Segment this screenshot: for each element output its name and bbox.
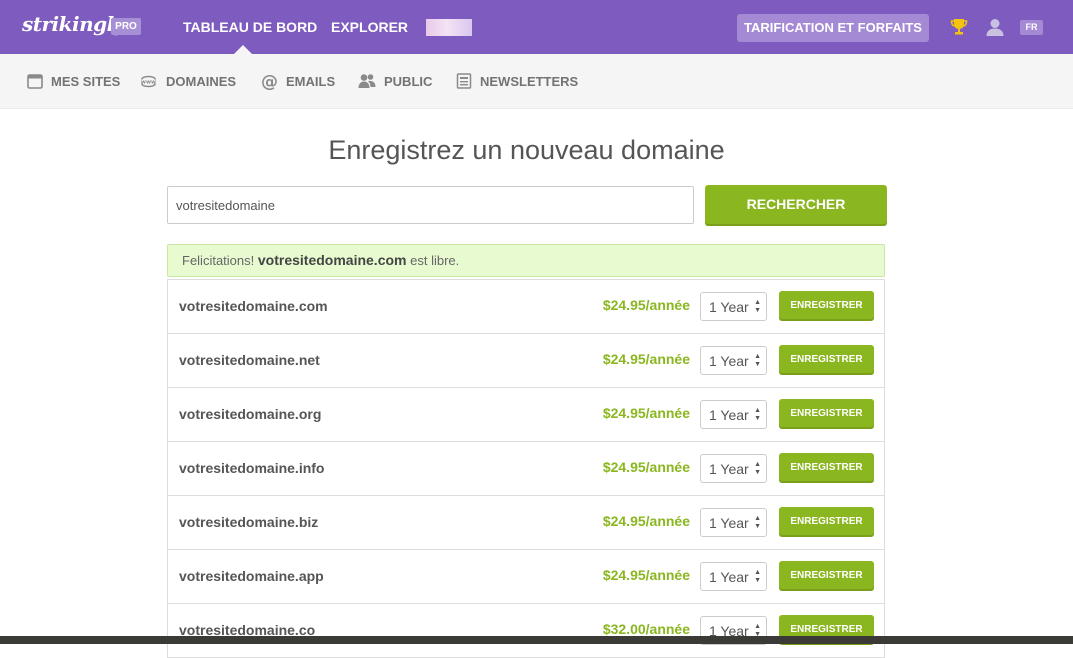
active-nav-caret — [234, 45, 252, 54]
register-button[interactable]: ENREGISTRER — [779, 345, 874, 375]
user-icon[interactable] — [985, 17, 1005, 37]
term-select[interactable]: 1 Year ▲ ▼ — [700, 346, 767, 375]
os-taskbar — [0, 636, 1073, 644]
register-button[interactable]: ENREGISTRER — [779, 561, 874, 591]
alert-domain: votresitedomaine.com — [257, 252, 407, 268]
domain-name: votresitedomaine.com — [179, 298, 328, 314]
page-title: Enregistrez un nouveau domaine — [328, 135, 725, 165]
subnav-label: NEWSLETTERS — [480, 73, 579, 89]
domain-name: votresitedomaine.biz — [179, 514, 319, 530]
redacted-nav-item[interactable] — [426, 19, 472, 36]
term-select[interactable]: 1 Year ▲ ▼ — [700, 292, 767, 321]
alert-prefix: Felicitations! — [182, 253, 255, 268]
domain-row: votresitedomaine.org $24.95/année 1 Year… — [168, 388, 884, 442]
newsletter-icon — [456, 73, 472, 89]
register-button[interactable]: ENREGISTRER — [779, 507, 874, 537]
nav-dashboard[interactable]: TABLEAU DE BORD — [183, 19, 317, 35]
domain-row: votresitedomaine.com $24.95/année 1 Year… — [168, 280, 884, 334]
subnav-label: DOMAINES — [166, 73, 237, 89]
register-button[interactable]: ENREGISTRER — [779, 291, 874, 321]
subnav-public[interactable]: PUBLIC — [358, 54, 432, 108]
trophy-icon[interactable] — [949, 17, 969, 37]
subnav-label: EMAILS — [286, 73, 336, 89]
domain-price: $24.95/année — [602, 351, 690, 367]
subnav-domaines[interactable]: www DOMAINES — [139, 54, 236, 108]
sub-navigation: MES SITES www DOMAINES @ EMAILS PUBLIC N… — [0, 54, 1073, 109]
availability-alert: Felicitations! votresitedomaine.com est … — [167, 244, 885, 277]
select-arrows-icon: ▲ ▼ — [754, 515, 761, 530]
domain-name: votresitedomaine.app — [179, 568, 324, 584]
svg-text:www: www — [141, 79, 156, 85]
www-icon: www — [140, 75, 157, 87]
domain-price: $32.00/année — [602, 621, 690, 637]
domain-name: votresitedomaine.org — [179, 406, 322, 422]
domain-search-input[interactable] — [167, 186, 694, 224]
pricing-button[interactable]: TARIFICATION ET FORFAITS — [737, 14, 929, 42]
people-icon — [358, 74, 376, 88]
term-select[interactable]: 1 Year ▲ ▼ — [700, 454, 767, 483]
subnav-label: PUBLIC — [384, 73, 433, 89]
term-value: 1 Year — [709, 407, 749, 423]
top-bar: strikingly PRO TABLEAU DE BORD EXPLORER … — [0, 0, 1073, 54]
term-value: 1 Year — [709, 353, 749, 369]
subnav-emails[interactable]: @ EMAILS — [261, 54, 335, 108]
select-arrows-icon: ▲ ▼ — [754, 299, 761, 314]
term-value: 1 Year — [709, 569, 749, 585]
term-value: 1 Year — [709, 461, 749, 477]
domain-results-list: votresitedomaine.com $24.95/année 1 Year… — [167, 279, 885, 658]
term-select[interactable]: 1 Year ▲ ▼ — [700, 508, 767, 537]
domain-name: votresitedomaine.net — [179, 352, 320, 368]
alert-suffix: est libre. — [410, 253, 460, 268]
domain-row: votresitedomaine.biz $24.95/année 1 Year… — [168, 496, 884, 550]
search-button[interactable]: RECHERCHER — [705, 185, 887, 226]
domain-row: votresitedomaine.info $24.95/année 1 Yea… — [168, 442, 884, 496]
strikingly-logo[interactable]: strikingly — [22, 12, 125, 36]
subnav-mes-sites[interactable]: MES SITES — [27, 54, 120, 108]
register-button[interactable]: ENREGISTRER — [779, 399, 874, 429]
register-button[interactable]: ENREGISTRER — [779, 453, 874, 483]
domain-price: $24.95/année — [602, 297, 690, 313]
subnav-newsletters[interactable]: NEWSLETTERS — [456, 54, 578, 108]
domain-row: votresitedomaine.app $24.95/année 1 Year… — [168, 550, 884, 604]
select-arrows-icon: ▲ ▼ — [754, 407, 761, 422]
pro-badge: PRO — [111, 18, 141, 35]
select-arrows-icon: ▲ ▼ — [754, 353, 761, 368]
at-icon: @ — [261, 73, 278, 90]
term-select[interactable]: 1 Year ▲ ▼ — [700, 400, 767, 429]
domain-row: votresitedomaine.co $32.00/année 1 Year ▲… — [168, 604, 884, 658]
svg-text:@: @ — [261, 73, 278, 90]
domain-row: votresitedomaine.net $24.95/année 1 Year… — [168, 334, 884, 388]
domain-price: $24.95/année — [602, 567, 690, 583]
domain-name: votresitedomaine.info — [179, 460, 325, 476]
term-value: 1 Year — [709, 299, 749, 315]
browser-window-icon — [27, 73, 43, 89]
select-arrows-icon: ▲ ▼ — [754, 569, 761, 584]
term-select[interactable]: 1 Year ▲ ▼ — [700, 562, 767, 591]
select-arrows-icon: ▲ ▼ — [754, 461, 761, 476]
domain-price: $24.95/année — [602, 405, 690, 421]
term-value: 1 Year — [709, 515, 749, 531]
subnav-label: MES SITES — [51, 73, 121, 89]
domain-price: $24.95/année — [602, 459, 690, 475]
domain-price: $24.95/année — [602, 513, 690, 529]
nav-explorer[interactable]: EXPLORER — [331, 19, 408, 35]
language-selector[interactable]: FR — [1020, 20, 1043, 35]
